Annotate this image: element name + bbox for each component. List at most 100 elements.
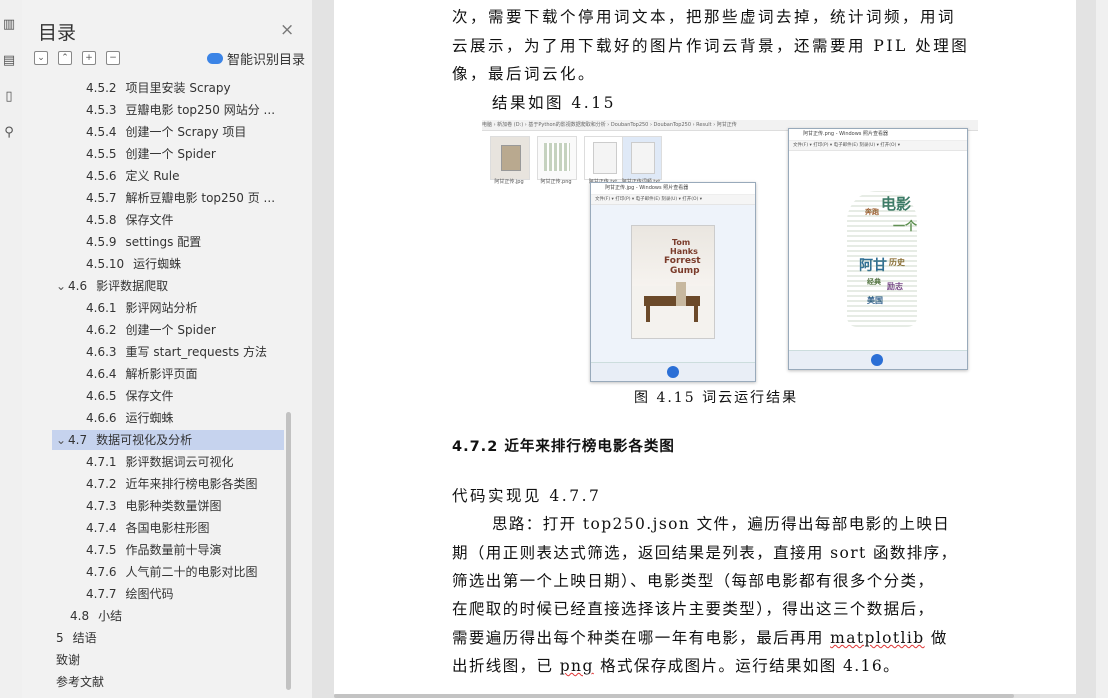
toc-item-number: 4.7.7 <box>86 587 117 601</box>
panel-title: 目录 <box>38 22 77 44</box>
toc-item-number: 4.5.3 <box>86 103 117 117</box>
toc-item-label: 近年来排行榜电影各类图 <box>125 477 258 491</box>
toc-item-label: 保存文件 <box>125 213 174 227</box>
body-line: 次，需要下载个停用词文本，把那些虚词去掉，统计词频，用词 <box>452 8 957 26</box>
toc-item[interactable]: 4.5.3 豆瓣电影 top250 网站分 ... <box>86 100 284 120</box>
toc-item-number: 4.7.3 <box>86 499 117 513</box>
toc-item[interactable]: 4.5.2 项目里安装 Scrapy <box>86 78 284 98</box>
window-menu: 文件(F) ▾ 打印(P) ▾ 电子邮件(E) 刻录(U) ▾ 打开(O) ▾ <box>591 195 755 205</box>
toc-item[interactable]: 4.6.2 创建一个 Spider <box>86 320 284 340</box>
chevron-down-icon[interactable]: ⌄ <box>56 430 68 450</box>
file-thumbnail <box>490 136 530 180</box>
body-line: 出折线图，已 png 格式保存成图片。运行结果如图 4.16。 <box>452 654 900 676</box>
vertical-scrollbar[interactable] <box>1096 0 1108 698</box>
toc-item-number: 4.6.3 <box>86 345 117 359</box>
outline-icon[interactable]: ▥ <box>0 14 18 36</box>
close-icon[interactable]: × <box>280 20 294 40</box>
toc-item-label: 项目里安装 Scrapy <box>125 81 231 95</box>
toc-item[interactable]: 4.6.5 保存文件 <box>86 386 284 406</box>
horizontal-scrollbar[interactable] <box>334 694 1040 698</box>
remove-icon[interactable]: − <box>106 51 120 65</box>
toc-item[interactable]: 4.5.8 保存文件 <box>86 210 284 230</box>
toc-item-label: 保存文件 <box>125 389 174 403</box>
smart-toc-button[interactable]: 智能识别目录 <box>207 49 305 68</box>
toc-item[interactable]: ⌄ 4.6 影评数据爬取 <box>56 276 284 296</box>
slideshow-button[interactable] <box>667 366 679 378</box>
text-run: 需要遍历得出每个种类在哪一年有电影，最后再用 <box>452 629 831 647</box>
collapse-all-icon[interactable]: ⌄ <box>34 51 48 65</box>
viewer-toolbar <box>789 350 967 369</box>
toc-item[interactable]: 4.6.1 影评网站分析 <box>86 298 284 318</box>
spellcheck-word: matplotlib <box>830 629 925 647</box>
toc-item-label: 解析豆瓣电影 top250 页 ... <box>125 191 276 205</box>
toc-item[interactable]: 4.7.6 人气前二十的电影对比图 <box>86 562 284 582</box>
file-thumbnail <box>622 136 662 180</box>
figure-image: 电脑 › 新加卷 (D:) › 基于Python的影视数据爬取和分析 › Dou… <box>482 120 978 384</box>
viewer-toolbar <box>591 362 755 381</box>
document-page: 次，需要下载个停用词文本，把那些虚词去掉，统计词频，用词 云展示，为了用下载好的… <box>334 0 1076 694</box>
toc-item[interactable]: 4.8 小结 <box>56 606 284 626</box>
toc-item[interactable]: 4.7.2 近年来排行榜电影各类图 <box>86 474 284 494</box>
toc-item-label: 创建一个 Spider <box>125 147 216 161</box>
text-run: 格式保存成图片。运行结果如图 4.16。 <box>593 657 901 675</box>
toc-item[interactable]: ⌄ 4.7 数据可视化及分析 <box>52 430 284 450</box>
chevron-down-icon[interactable]: ⌄ <box>56 276 68 296</box>
window-menu: 文件(F) ▾ 打印(P) ▾ 电子邮件(E) 刻录(U) ▾ 打开(O) ▾ <box>789 141 967 151</box>
toc-item[interactable]: 4.7.5 作品数量前十导演 <box>86 540 284 560</box>
body-line: 在爬取的时候已经直接选择该片主要类型），得出这三个数据后， <box>452 600 935 618</box>
toc-item[interactable]: 4.7.7 绘图代码 <box>86 584 284 604</box>
toc-item[interactable]: 致谢 <box>56 650 284 670</box>
toc-scrollbar[interactable] <box>286 412 291 690</box>
toc-item-label: 影评网站分析 <box>125 301 198 315</box>
toc-item[interactable]: 4.6.6 运行蜘蛛 <box>86 408 284 428</box>
figure-caption: 图 4.15 词云运行结果 <box>634 390 799 406</box>
toc-item-number: 4.5.2 <box>86 81 117 95</box>
smart-toc-label: 智能识别目录 <box>227 53 306 68</box>
toc-item[interactable]: 参考文献 <box>56 672 284 692</box>
toc-item[interactable]: 4.7.3 电影种类数量饼图 <box>86 496 284 516</box>
scroll-thumb[interactable] <box>334 694 1014 698</box>
toc-item-number: 4.7.6 <box>86 565 117 579</box>
toc-item[interactable]: 4.6.4 解析影评页面 <box>86 364 284 384</box>
viewer-body: 电影 阿甘 一个 历史 经典 美国 励志 奔跑 <box>789 151 967 351</box>
search-icon[interactable]: ⚲ <box>0 122 18 144</box>
body-line: 筛选出第一个上映日期）、电影类型（每部电影都有很多个分类， <box>452 572 935 590</box>
body-line: 思路：打开 top250.json 文件，遍历得出每部电影的上映日 <box>492 515 951 533</box>
toc-item[interactable]: 4.6.3 重写 start_requests 方法 <box>86 342 284 362</box>
document-canvas: 次，需要下载个停用词文本，把那些虚词去掉，统计词频，用词 云展示，为了用下载好的… <box>312 0 1108 698</box>
slideshow-button[interactable] <box>871 354 883 366</box>
toc-item-label: 创建一个 Spider <box>125 323 216 337</box>
toc-item[interactable]: 4.5.6 定义 Rule <box>86 166 284 186</box>
body-line: 期（用正则表达式筛选，返回结果是列表，直接用 sort 函数排序， <box>452 544 958 562</box>
text-run: 出折线图，已 <box>452 657 560 675</box>
toc-item-number: 4.5.7 <box>86 191 117 205</box>
toc-item[interactable]: 4.5.5 创建一个 Spider <box>86 144 284 164</box>
body-line: 结果如图 4.15 <box>492 94 616 112</box>
toc-item[interactable]: 4.5.9 settings 配置 <box>86 232 284 252</box>
cloud-icon <box>207 53 223 64</box>
window-title: 阿甘正传.jpg - Windows 照片查看器 <box>591 183 755 195</box>
toc-item[interactable]: 4.7.1 影评数据词云可视化 <box>86 452 284 472</box>
toc-item[interactable]: 4.5.4 创建一个 Scrapy 项目 <box>86 122 284 142</box>
toc-item[interactable]: 5 结语 <box>56 628 284 648</box>
toc-item-label: 创建一个 Scrapy 项目 <box>125 125 247 139</box>
file-thumbnail <box>584 136 624 180</box>
toc-item-label: 定义 Rule <box>125 169 180 183</box>
toc-item-label: 影评数据爬取 <box>96 279 169 293</box>
toc-item-label: 人气前二十的电影对比图 <box>125 565 258 579</box>
page-icon[interactable]: ▤ <box>0 50 18 72</box>
toc-item-number: 4.5.10 <box>86 257 125 271</box>
toc-item-number: 4.6.4 <box>86 367 117 381</box>
toc-item[interactable]: 4.5.7 解析豆瓣电影 top250 页 ... <box>86 188 284 208</box>
poster-text: Gump <box>670 266 700 276</box>
toc-item-label: 致谢 <box>56 653 81 667</box>
toc-item-number: 4.5.5 <box>86 147 117 161</box>
viewer-body: Tom Hanks Forrest Gump <box>591 205 755 363</box>
expand-icon[interactable]: ⌃ <box>58 51 72 65</box>
bookmark-icon[interactable]: ▯ <box>0 86 18 108</box>
add-icon[interactable]: + <box>82 51 96 65</box>
body-line: 云展示，为了用下载好的图片作词云背景，还需要用 PIL 处理图 <box>452 37 970 55</box>
toc-item-number: 5 <box>56 631 64 645</box>
toc-item[interactable]: 4.7.4 各国电影柱形图 <box>86 518 284 538</box>
toc-item[interactable]: 4.5.10 运行蜘蛛 <box>86 254 284 274</box>
